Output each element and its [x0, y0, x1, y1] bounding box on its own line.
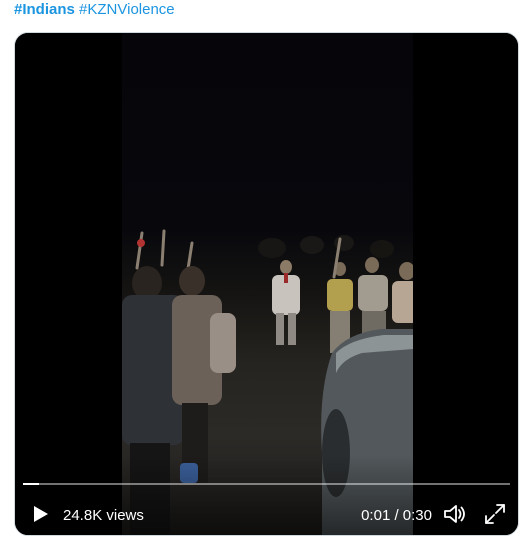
- video-card[interactable]: 24.8K views 0:01 / 0:30: [14, 32, 519, 536]
- crowd-silhouettes: [258, 235, 394, 258]
- view-count: 24.8K views: [63, 507, 144, 524]
- hashtag-link-kznviolence[interactable]: #KZNViolence: [79, 1, 175, 18]
- hashtag-link-indians[interactable]: #Indians: [14, 1, 75, 18]
- tweet-hashtags: #Indians #KZNViolence: [14, 1, 175, 19]
- volume-icon[interactable]: [443, 503, 467, 525]
- tweet-media-area: #Indians #KZNViolence 24.8K views 0:01 /…: [0, 0, 529, 544]
- fullscreen-icon[interactable]: [484, 503, 506, 525]
- video-player[interactable]: 24.8K views 0:01 / 0:30: [15, 33, 518, 535]
- video-timecode: 0:01 / 0:30: [361, 507, 432, 524]
- play-icon[interactable]: [29, 503, 51, 525]
- video-progress-fill: [23, 483, 40, 485]
- figure-right: [358, 257, 413, 335]
- video-progress-bar[interactable]: [23, 483, 510, 485]
- figure-white-shirt: [272, 260, 300, 345]
